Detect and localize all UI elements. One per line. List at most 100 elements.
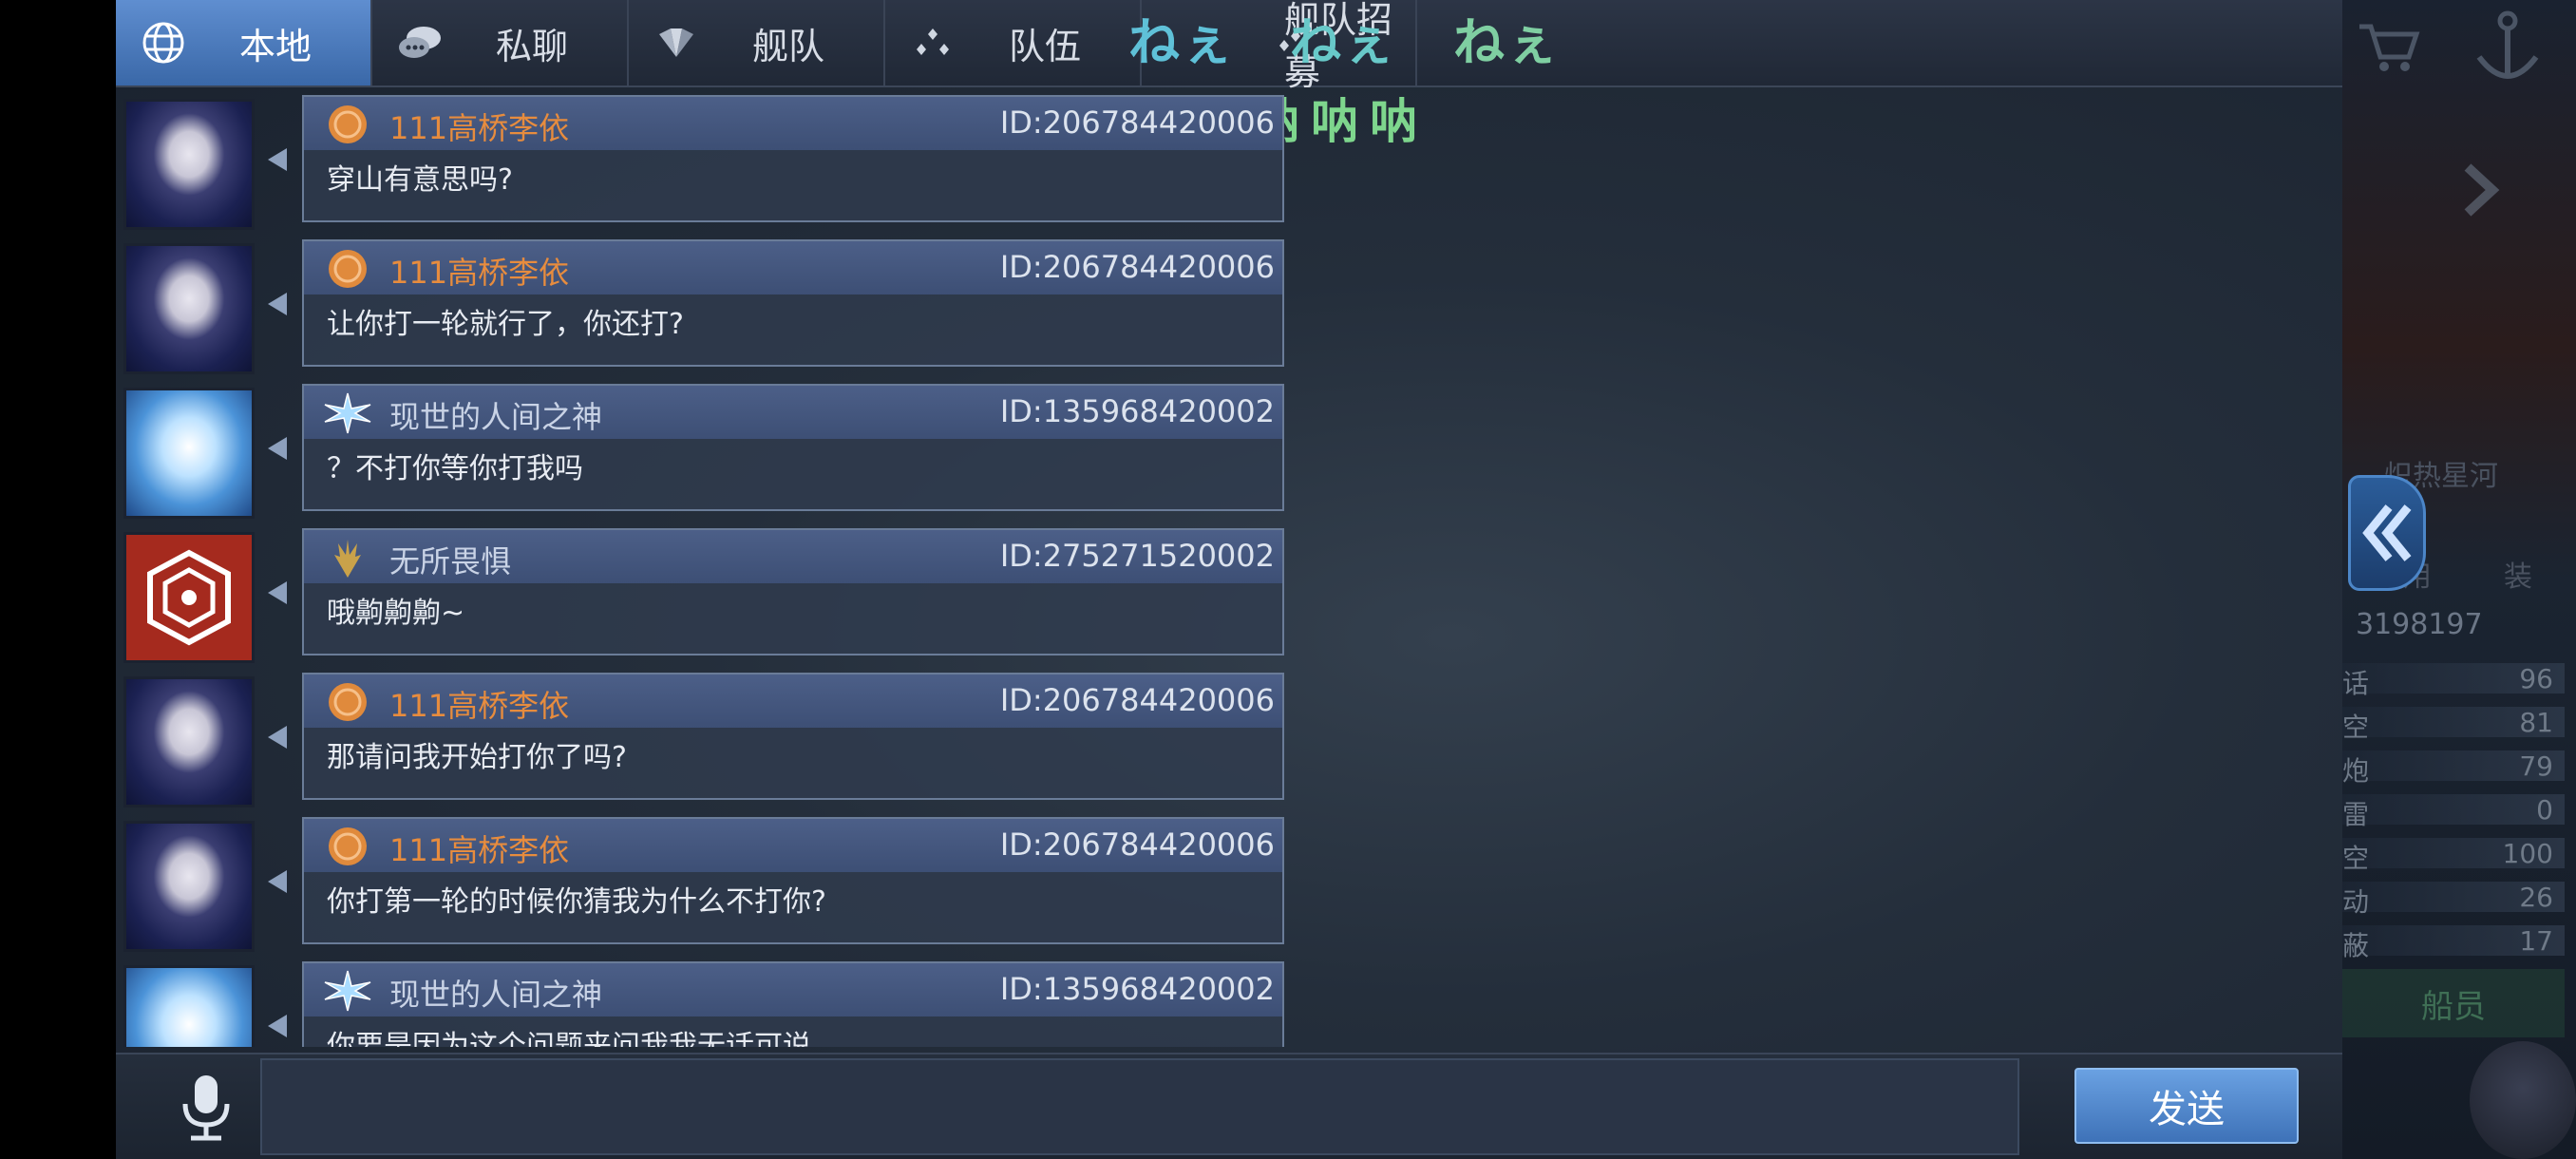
- tab-label: 舰队: [752, 25, 825, 67]
- orange-medal-icon: [329, 683, 367, 721]
- next-arrow-icon[interactable]: [2441, 152, 2517, 228]
- kana-overlay: ねぇ: [1453, 12, 1560, 72]
- ghost-label: 装: [2504, 560, 2532, 594]
- message-text: 你打第一轮的时候你猜我为什么不打你?: [327, 885, 826, 919]
- orange-medal-icon: [329, 105, 367, 143]
- sender-name[interactable]: 无所畏惧: [389, 538, 511, 581]
- tab-label: 队伍: [1009, 25, 1082, 67]
- message-text: 穿山有意思吗?: [327, 163, 513, 197]
- message-text: 让你打一轮就行了，你还打?: [327, 308, 684, 341]
- orange-medal-icon: [329, 250, 367, 288]
- shop-cart-icon[interactable]: [2356, 19, 2422, 76]
- message-bubble[interactable]: 现世的人间之神 ID:135968420002 ？不打你等你打我吗: [302, 384, 1284, 511]
- chat-input-bar: 发送: [116, 1053, 2342, 1159]
- message-header: 无所畏惧 ID:275271520002: [304, 530, 1282, 583]
- crew-button[interactable]: 船员: [2342, 969, 2565, 1037]
- tab-fleet[interactable]: 舰队: [629, 0, 885, 86]
- anchor-icon[interactable]: [2460, 10, 2555, 86]
- tab-label: 私聊: [496, 25, 569, 67]
- list-item: 现世的人间之神 ID:135968420002 你要是因为这个问题来问我我无话可…: [116, 958, 1294, 1047]
- sender-id: ID:206784420006: [999, 104, 1275, 141]
- list-item: 111高桥李依 ID:206784420006 你打第一轮的时候你猜我为什么不打…: [116, 813, 1294, 952]
- chat-bubbles-icon: [399, 27, 441, 58]
- message-bubble[interactable]: 111高桥李依 ID:206784420006 你打第一轮的时候你猜我为什么不打…: [302, 817, 1284, 944]
- message-bubble[interactable]: 现世的人间之神 ID:135968420002 你要是因为这个问题来问我我无话可…: [302, 961, 1284, 1047]
- sender-id: ID:206784420006: [999, 826, 1275, 863]
- stat-row: 雷0: [2342, 794, 2565, 830]
- list-item: 111高桥李依 ID:206784420006 那请问我开始打你了吗?: [116, 669, 1294, 808]
- message-list[interactable]: 111高桥李依 ID:206784420006 穿山有意思吗? 111高桥李依 …: [116, 91, 1294, 1047]
- bubble-pointer: [268, 437, 287, 460]
- gold-wings-icon: [334, 540, 361, 578]
- send-button[interactable]: 发送: [2074, 1068, 2299, 1144]
- bubble-pointer: [268, 870, 287, 893]
- message-header: 111高桥李依 ID:206784420006: [304, 241, 1282, 294]
- bubble-pointer: [268, 1015, 287, 1037]
- message-text: 你要是因为这个问题来问我我无话可说: [327, 1030, 811, 1047]
- microphone-icon: [182, 1075, 230, 1141]
- tab-local[interactable]: 本地: [116, 0, 372, 86]
- voice-button[interactable]: [154, 1072, 258, 1148]
- sender-name[interactable]: 111高桥李依: [389, 826, 569, 870]
- fleet-shield-icon: [659, 28, 693, 57]
- girl-avatar[interactable]: [123, 243, 255, 374]
- sender-id: ID:206784420006: [999, 682, 1275, 718]
- stat-row: 动 26: [2342, 882, 2565, 918]
- sender-id: ID:135968420002: [999, 393, 1275, 429]
- girl-avatar[interactable]: [123, 676, 255, 808]
- list-item: 111高桥李依 ID:206784420006 穿山有意思吗?: [116, 91, 1294, 230]
- kana-overlay: ねぇ: [1128, 12, 1235, 72]
- kana-overlay: ねぇ: [1290, 12, 1396, 72]
- message-header: 111高桥李依 ID:206784420006: [304, 674, 1282, 728]
- girl-avatar[interactable]: [123, 821, 255, 952]
- stat-row: 话 96: [2342, 663, 2565, 699]
- ship-power: 3198197: [2356, 608, 2483, 641]
- message-bubble[interactable]: 111高桥李依 ID:206784420006 让你打一轮就行了，你还打?: [302, 239, 1284, 367]
- sender-name[interactable]: 111高桥李依: [389, 104, 569, 148]
- sender-id: ID:135968420002: [999, 971, 1275, 1007]
- sender-name[interactable]: 现世的人间之神: [389, 393, 602, 437]
- bubble-pointer: [268, 726, 287, 749]
- message-text: ？不打你等你打我吗: [327, 452, 583, 485]
- stat-row: 炮 79: [2342, 750, 2565, 787]
- stat-row: 空 81: [2342, 707, 2565, 743]
- dragon-shield-icon: [147, 549, 231, 646]
- bubble-pointer: [268, 581, 287, 604]
- message-header: 现世的人间之神 ID:135968420002: [304, 963, 1282, 1016]
- list-item: 无所畏惧 ID:275271520002 哦齁齁齁~: [116, 524, 1294, 663]
- sender-id: ID:275271520002: [999, 538, 1275, 574]
- captain-avatar[interactable]: [2470, 1041, 2576, 1159]
- ice-crystal-icon: [324, 970, 371, 1012]
- tab-team[interactable]: 队伍: [885, 0, 1142, 86]
- emblem-avatar[interactable]: [123, 532, 255, 663]
- sender-name[interactable]: 现世的人间之神: [389, 971, 602, 1015]
- girl-avatar[interactable]: [123, 99, 255, 230]
- message-header: 现世的人间之神 ID:135968420002: [304, 386, 1282, 439]
- double-chevron-left-icon: [2362, 504, 2412, 561]
- list-item: 现世的人间之神 ID:135968420002 ？不打你等你打我吗: [116, 380, 1294, 519]
- message-text: 哦齁齁齁~: [327, 597, 465, 630]
- message-header: 111高桥李依 ID:206784420006: [304, 819, 1282, 872]
- bubble-pointer: [268, 148, 287, 171]
- message-header: 111高桥李依 ID:206784420006: [304, 97, 1282, 150]
- stat-row: 空 100: [2342, 838, 2565, 874]
- angel-avatar[interactable]: [123, 965, 255, 1047]
- sender-name[interactable]: 111高桥李依: [389, 682, 569, 726]
- message-bubble[interactable]: 111高桥李依 ID:206784420006 穿山有意思吗?: [302, 95, 1284, 222]
- message-bubble[interactable]: 111高桥李依 ID:206784420006 那请问我开始打你了吗?: [302, 673, 1284, 800]
- orange-medal-icon: [329, 827, 367, 865]
- message-bubble[interactable]: 无所畏惧 ID:275271520002 哦齁齁齁~: [302, 528, 1284, 656]
- expand-panel-button[interactable]: [2348, 475, 2426, 591]
- tab-private[interactable]: 私聊: [372, 0, 629, 86]
- chat-input[interactable]: [260, 1058, 2019, 1155]
- sender-name[interactable]: 111高桥李依: [389, 249, 569, 293]
- team-dots-icon: [917, 28, 949, 55]
- stat-row: 蔽 17: [2342, 925, 2565, 961]
- ice-crystal-icon: [324, 392, 371, 434]
- globe-icon: [142, 22, 184, 64]
- message-text: 那请问我开始打你了吗?: [327, 741, 627, 774]
- angel-avatar[interactable]: [123, 388, 255, 519]
- bubble-pointer: [268, 293, 287, 315]
- list-item: 111高桥李依 ID:206784420006 让你打一轮就行了，你还打?: [116, 236, 1294, 374]
- sender-id: ID:206784420006: [999, 249, 1275, 285]
